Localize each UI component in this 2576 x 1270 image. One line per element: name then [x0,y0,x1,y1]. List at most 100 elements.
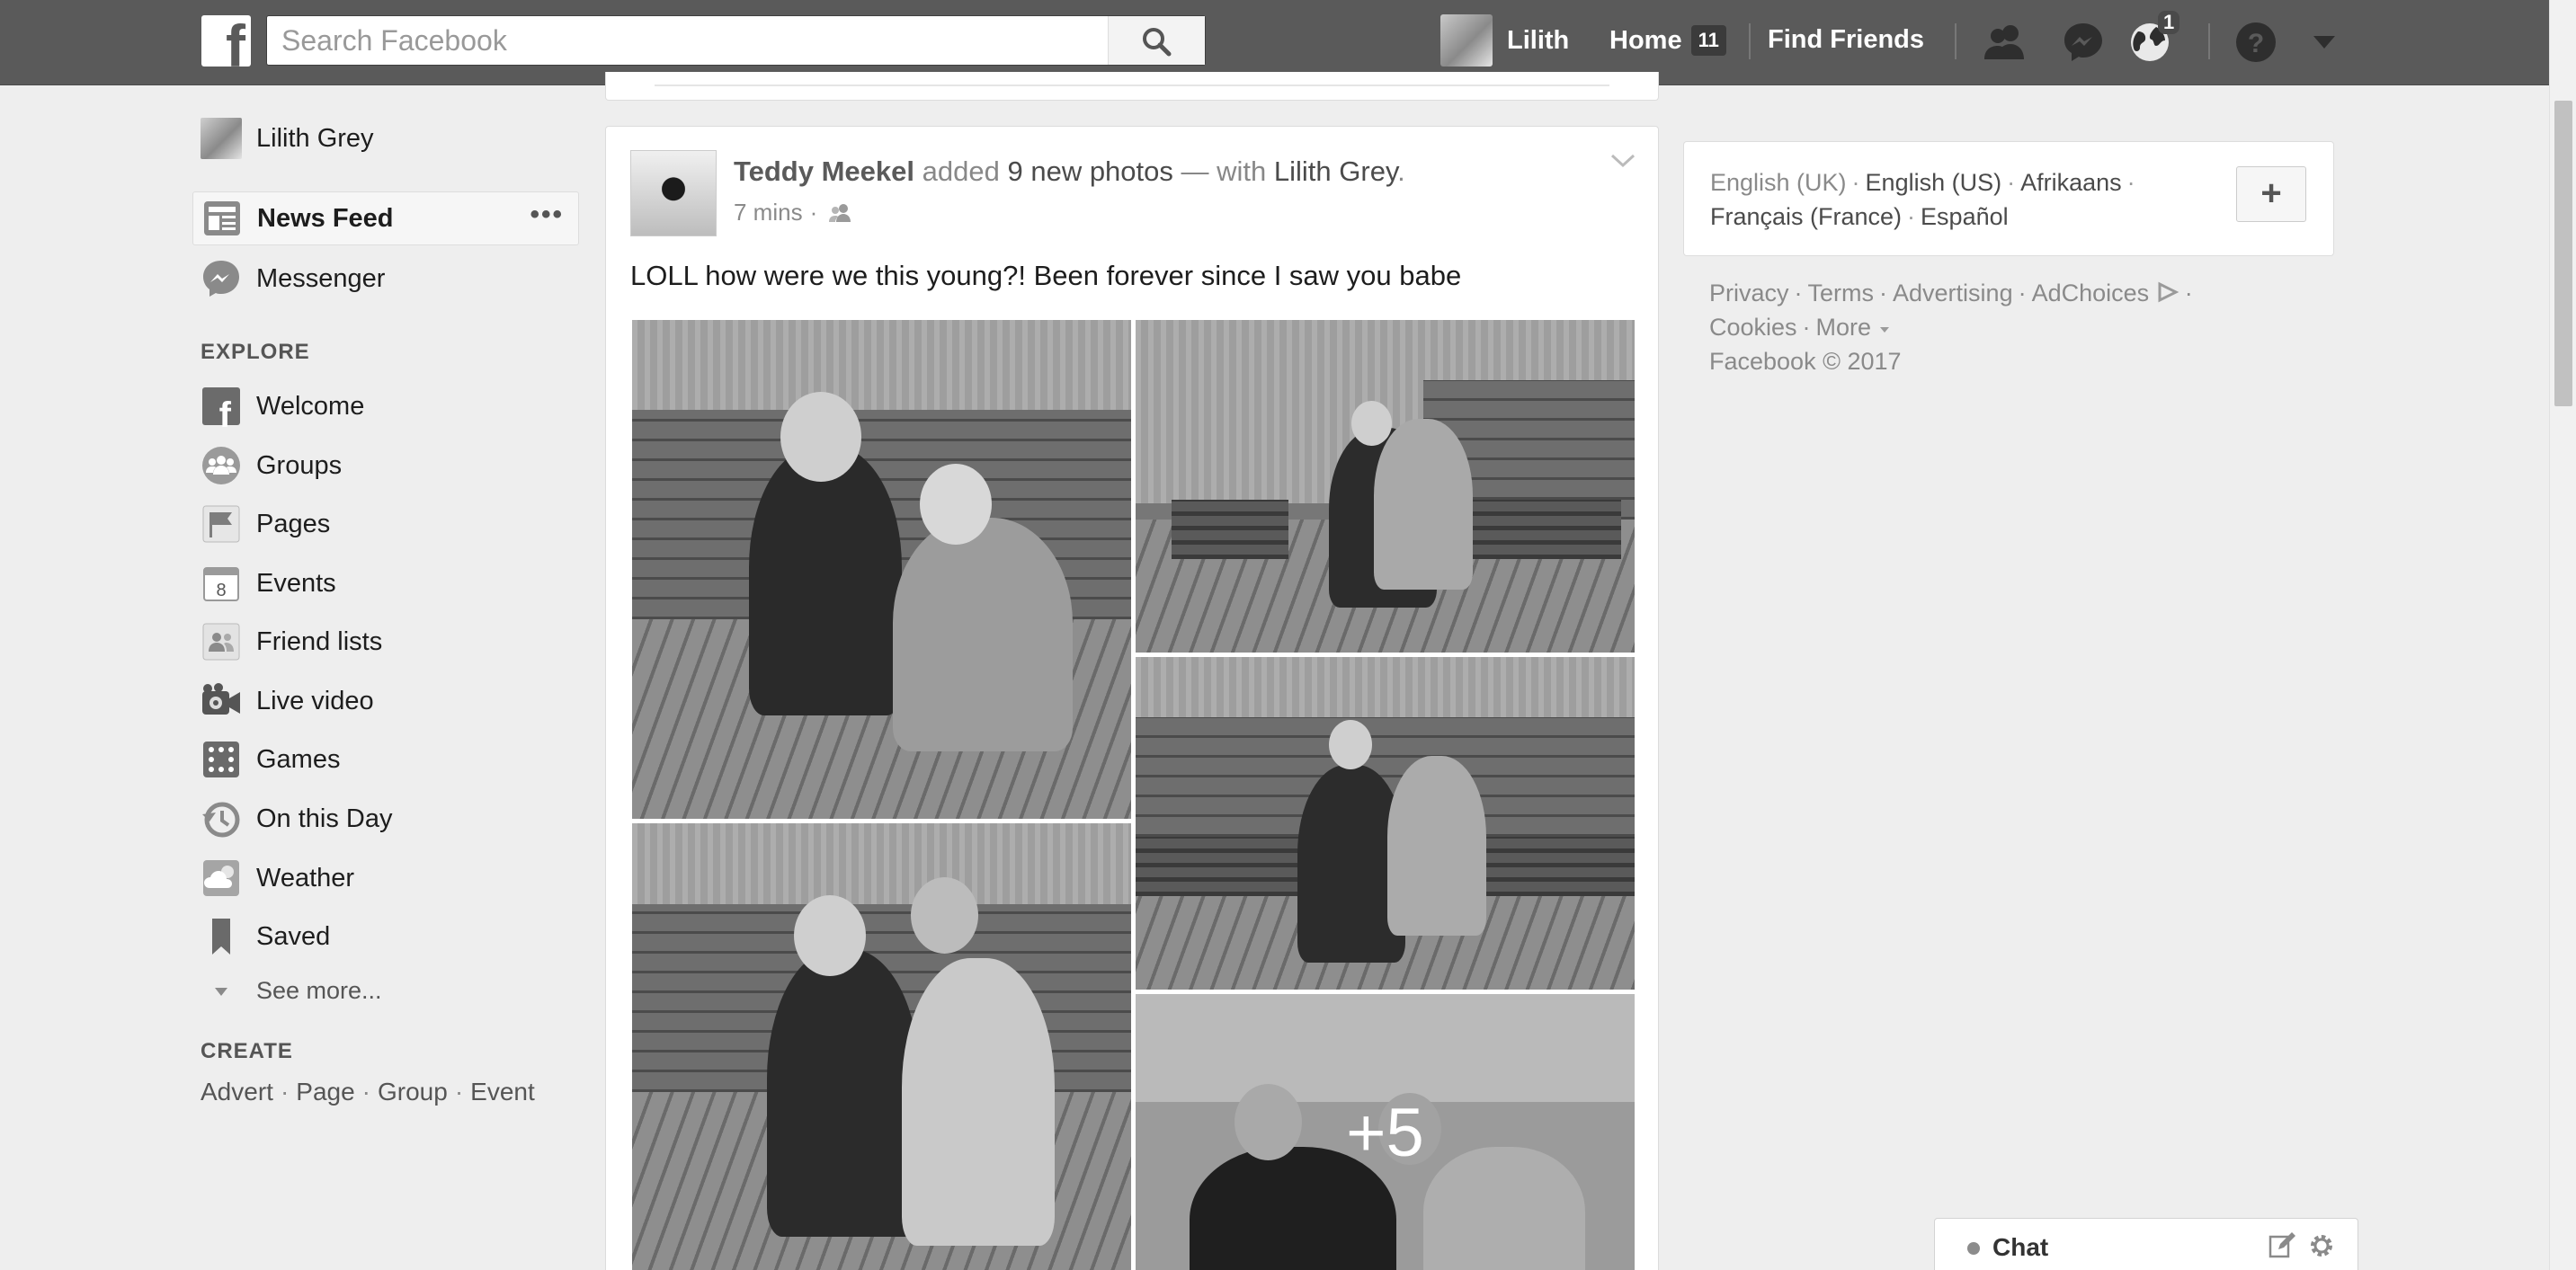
new-message-icon[interactable] [2268,1231,2296,1260]
sidebar-item-groups[interactable]: Groups [192,439,579,493]
sidebar-item-label: Messenger [256,263,386,293]
footer-link-advertising[interactable]: Advertising [1893,280,2013,306]
sidebar-item-label: On this Day [256,804,393,833]
sidebar-item-profile[interactable]: Lilith Grey [192,111,579,165]
separator-dot: · [1802,314,1811,341]
footer-link-privacy[interactable]: Privacy [1709,280,1789,306]
svg-text:8: 8 [216,581,226,600]
sidebar-item-label: Games [256,744,341,774]
create-advert-link[interactable]: Advert [201,1078,273,1106]
nav-divider [2208,23,2210,59]
create-page-link[interactable]: Page [296,1078,354,1106]
language-list: English (UK) · English (US) · Afrikaans · Fran… [1710,165,2214,234]
find-friends-link[interactable]: Find Friends [1768,25,1924,55]
footer-link-more[interactable]: More [1816,314,1872,341]
sidebar-item-news-feed[interactable]: News Feed ••• [192,191,579,245]
footer-link-adchoices[interactable]: AdChoices [2032,280,2150,306]
post-photo[interactable] [1136,320,1635,653]
previous-feed-card [605,72,1659,101]
home-link[interactable]: Home 11 [1609,25,1726,56]
language-link[interactable]: Español [1921,203,2009,230]
post-author-link[interactable]: Teddy Meekel [734,155,914,187]
sidebar-item-label: Pages [256,509,331,538]
chat-label: Chat [1992,1233,2049,1261]
more-options-icon[interactable]: ••• [530,201,564,228]
sidebar-item-messenger[interactable]: Messenger [192,252,579,306]
sidebar-item-live-video[interactable]: Live video [192,674,579,728]
language-link[interactable]: Français (France) [1710,203,1902,230]
post-period: . [1397,155,1405,187]
photo-scene [780,392,861,482]
post-message: LOLL how were we this young?! Been forev… [630,260,1462,291]
more-photos-count: +5 [1136,994,1635,1270]
post-meta: 7 mins · [734,199,853,226]
adchoices-icon[interactable] [2156,281,2179,303]
separator-dot: · [1851,169,1860,196]
post-author-avatar[interactable] [630,150,717,236]
account-menu-chevron-down-icon[interactable] [2300,18,2349,67]
friend-requests-icon[interactable] [1981,18,2029,67]
post-photo[interactable] [632,320,1131,819]
messenger-icon [203,261,239,297]
divider [655,84,1609,86]
chat-bar[interactable]: Chat [1934,1218,2358,1270]
sidebar-item-friend-lists[interactable]: Friend lists [192,615,579,669]
sidebar-item-label: Live video [256,686,374,715]
sidebar-item-events[interactable]: 8 Events [192,556,579,610]
separator-dot: · [2184,280,2193,306]
explore-section-title: EXPLORE [201,340,310,364]
create-group-link[interactable]: Group [378,1078,448,1106]
sidebar-item-games[interactable]: Games [192,733,579,786]
help-icon[interactable]: ? [2232,18,2280,67]
post-photos-link[interactable]: 9 new photos [1007,155,1172,187]
post-photo[interactable] [1136,657,1635,990]
photo-scene [1329,720,1372,769]
search-button[interactable] [1108,16,1205,65]
photo-scene [920,464,992,545]
avatar [201,118,242,159]
post-options-chevron-down-icon[interactable] [1609,152,1636,170]
separator-dot: · [809,199,818,226]
footer-link-terms[interactable]: Terms [1808,280,1875,306]
photo-scene [1374,419,1473,590]
sidebar-item-welcome[interactable]: f Welcome [192,379,579,433]
chat-status-dot [1967,1242,1980,1255]
copyright: Facebook © 2017 [1709,348,1902,375]
add-language-button[interactable]: + [2236,166,2306,222]
create-links: Advert · Page · Group · Event [201,1078,535,1106]
post-photo[interactable] [632,823,1131,1270]
see-more-label: See more... [256,976,382,1004]
sidebar-item-saved[interactable]: Saved [192,910,579,964]
footer-link-cookies[interactable]: Cookies [1709,314,1797,341]
messenger-icon[interactable] [2059,18,2108,67]
language-link[interactable]: English (US) [1866,169,2002,196]
facebook-logo-icon[interactable]: f [201,15,251,67]
sidebar-item-label: Events [256,568,336,598]
search-input[interactable] [281,16,1091,65]
separator-dot: · [454,1078,464,1106]
audience-friends-icon[interactable] [828,202,853,224]
history-icon [202,802,240,838]
sidebar-item-pages[interactable]: Pages [192,497,579,551]
sidebar-item-weather[interactable]: Weather [192,851,579,905]
photo-scene [1172,499,1288,560]
calendar-icon: 8 [203,567,239,601]
sidebar-item-on-this-day[interactable]: On this Day [192,792,579,846]
caret-down-icon [215,988,227,996]
scrollbar-thumb[interactable] [2554,101,2572,406]
tagged-user-link[interactable]: Lilith Grey [1274,155,1397,187]
nav-divider [1955,23,1957,59]
see-more-link[interactable]: See more... [192,964,579,1017]
profile-link[interactable]: Lilith [1440,14,1569,67]
caret-down-icon [1879,327,1889,333]
sidebar-item-label: Welcome [256,391,365,421]
create-event-link[interactable]: Event [470,1078,535,1106]
gear-icon[interactable] [2307,1231,2336,1260]
language-link[interactable]: Afrikaans [2020,169,2122,196]
photo-scene [893,518,1073,751]
sidebar-item-label: Saved [256,921,331,951]
post-timestamp[interactable]: 7 mins [734,199,803,226]
page-scrollbar[interactable] [2549,0,2576,1270]
post-photo-more[interactable]: +5 [1136,994,1635,1270]
separator-dot: · [1794,280,1803,306]
